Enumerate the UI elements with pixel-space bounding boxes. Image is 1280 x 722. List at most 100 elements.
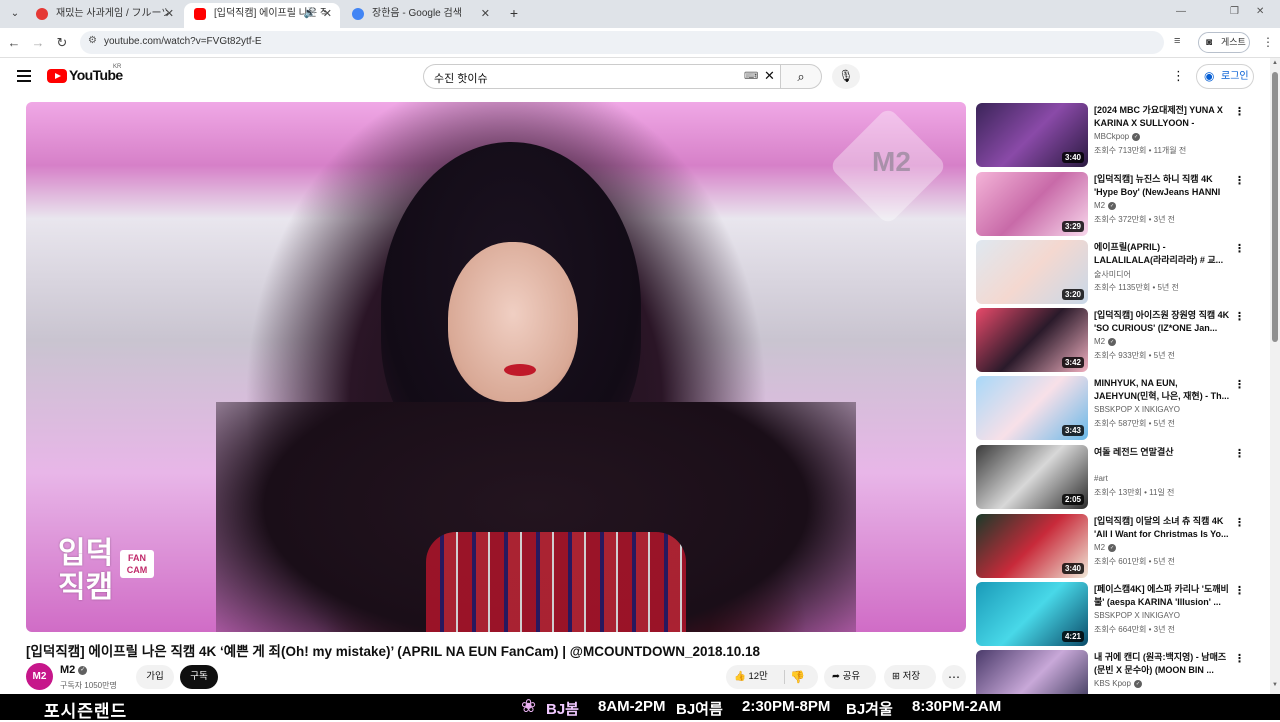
rec-channel-text[interactable]: MBCkpop — [1094, 132, 1129, 141]
rec-channel[interactable]: 술사미디어 — [1094, 269, 1131, 280]
kebab-menu-icon[interactable]: ⋮ — [1234, 105, 1245, 118]
site-info-icon[interactable]: ⚙ — [88, 35, 97, 46]
rec-title[interactable]: MINHYUK, NA EUN, JAEHYUN(민혁, 나은, 재현) - T… — [1094, 377, 1230, 403]
scroll-up-icon[interactable]: ▲ — [1272, 60, 1278, 66]
kebab-menu-icon[interactable]: ⋮ — [1234, 378, 1245, 391]
rec-channel[interactable]: SBSKPOP X INKIGAYO — [1094, 405, 1180, 414]
search-input[interactable]: 수진 핫이슈 ⌨ ✕ — [423, 64, 780, 89]
mic-icon[interactable]: 🎙 — [832, 64, 860, 89]
dislike-icon[interactable]: 👎 — [790, 665, 805, 689]
video-thumbnail[interactable]: 3:40 — [976, 514, 1088, 578]
kebab-menu-icon[interactable]: ⋮ — [1234, 174, 1245, 187]
list-item[interactable]: 3:40 [2024 MBC 가요대제전] YUNA X KARINA X SU… — [976, 103, 1256, 167]
rec-channel-text[interactable]: SBSKPOP X INKIGAYO — [1094, 611, 1180, 620]
video-thumbnail[interactable]: 3:43 — [976, 376, 1088, 440]
rec-channel-text[interactable]: SBSKPOP X INKIGAYO — [1094, 405, 1180, 414]
scroll-thumb[interactable] — [1272, 72, 1278, 342]
video-thumbnail[interactable]: 3:20 — [976, 240, 1088, 304]
kebab-menu-icon[interactable]: ⋮ — [1234, 310, 1245, 323]
kebab-menu-icon[interactable]: ⋮ — [1234, 584, 1245, 597]
page-scrollbar[interactable]: ▲ ▼ — [1270, 58, 1280, 694]
rec-title[interactable]: [입덕직캠] 아이즈원 장원영 직캠 4K 'SO CURIOUS' (IZ*O… — [1094, 309, 1230, 335]
save-button[interactable]: ⊞ 저장 — [884, 665, 936, 689]
close-icon[interactable]: ✕ — [323, 3, 332, 25]
avatar[interactable]: M2 — [26, 663, 53, 690]
rec-channel-text[interactable]: M2 — [1094, 201, 1105, 210]
rec-title[interactable]: 내 귀에 캔디 (원곡:백지영) - 남매즈 (문빈 X 문수아) (MOON … — [1094, 651, 1230, 677]
rec-channel-text[interactable]: KBS Kpop — [1094, 679, 1131, 688]
video-thumbnail[interactable]: 3:40 — [976, 103, 1088, 167]
reader-mode-icon[interactable]: ≡ — [1174, 35, 1180, 47]
rec-channel[interactable]: M2 ✓ — [1094, 201, 1117, 210]
video-thumbnail[interactable]: 3:42 — [976, 308, 1088, 372]
rec-channel[interactable]: MBCkpop ✓ — [1094, 132, 1141, 141]
clear-icon[interactable]: ✕ — [764, 68, 775, 84]
kebab-menu-icon[interactable]: ⋮ — [1262, 35, 1274, 49]
minimize-icon[interactable]: — — [1176, 6, 1186, 17]
list-item[interactable]: 내 귀에 캔디 (원곡:백지영) - 남매즈 (문빈 X 문수아) (MOON … — [976, 650, 1256, 694]
back-icon[interactable]: ← — [6, 35, 22, 51]
close-icon[interactable]: ✕ — [165, 3, 174, 25]
join-button[interactable]: 가입 — [136, 665, 174, 689]
login-button[interactable]: ◉ 로그인 — [1196, 64, 1254, 89]
kebab-menu-icon[interactable]: ⋮ — [1234, 447, 1245, 460]
verified-icon: ✓ — [1108, 201, 1117, 210]
settings-kebab-icon[interactable]: ⋮ — [1172, 68, 1185, 84]
browser-tab-google[interactable]: 장한음 - Google 검색 ✕ — [342, 3, 498, 28]
list-item[interactable]: 2:05 여돌 레전드 연말결산 #art 조회수 13만회 • 11일 전 ⋮ — [976, 445, 1256, 509]
kebab-menu-icon[interactable]: ⋮ — [1234, 652, 1245, 665]
omnibox[interactable]: ⚙ youtube.com/watch?v=FVGt82ytf-E — [80, 31, 1164, 54]
video-thumbnail[interactable] — [976, 650, 1088, 694]
close-icon[interactable]: ✕ — [481, 3, 490, 25]
browser-tab-youtube[interactable]: [입덕직캠] 에이프릴 나은 직캠 🔊 ✕ — [184, 3, 340, 28]
rec-channel-text[interactable]: M2 — [1094, 337, 1105, 346]
rec-channel[interactable]: M2 ✓ — [1094, 337, 1117, 346]
list-item[interactable]: 3:29 [입덕직캠] 뉴진스 하니 직캠 4K 'Hype Boy' (New… — [976, 172, 1256, 236]
guest-profile-button[interactable]: ◙ 게스트 — [1198, 32, 1250, 53]
kebab-menu-icon[interactable]: ⋮ — [1234, 516, 1245, 529]
rec-channel-text[interactable]: M2 — [1094, 543, 1105, 552]
channel-name-text[interactable]: M2 — [60, 664, 75, 676]
forward-icon[interactable]: → — [30, 35, 46, 51]
keyboard-icon[interactable]: ⌨ — [744, 71, 758, 82]
url-text[interactable]: youtube.com/watch?v=FVGt82ytf-E — [104, 36, 262, 47]
list-item[interactable]: 3:42 [입덕직캠] 아이즈원 장원영 직캠 4K 'SO CURIOUS' … — [976, 308, 1256, 372]
rec-title[interactable]: [2024 MBC 가요대제전] YUNA X KARINA X SULLYOO… — [1094, 104, 1230, 130]
hamburger-icon[interactable] — [17, 70, 31, 82]
search-icon[interactable]: ⌕ — [780, 64, 822, 89]
restore-icon[interactable]: ❐ — [1230, 6, 1239, 17]
rec-title[interactable]: [입덕직캠] 이달의 소녀 츄 직캠 4K 'All I Want for Ch… — [1094, 515, 1230, 541]
browser-tab-apple-game[interactable]: 재밌는 사과게임 / フルーツボックス ✕ — [26, 3, 182, 28]
rec-channel[interactable]: SBSKPOP X INKIGAYO — [1094, 611, 1180, 620]
rec-channel[interactable]: #art — [1094, 474, 1108, 483]
tab-search-icon[interactable]: ⌄ — [6, 5, 24, 23]
like-button[interactable]: 👍 12만 — [734, 665, 768, 689]
list-item[interactable]: 3:43 MINHYUK, NA EUN, JAEHYUN(민혁, 나은, 재현… — [976, 376, 1256, 440]
rec-title[interactable]: 여돌 레전드 연말결산 — [1094, 446, 1230, 459]
rec-channel-text[interactable]: 술사미디어 — [1094, 270, 1131, 279]
rec-channel[interactable]: KBS Kpop ✓ — [1094, 679, 1142, 688]
reload-icon[interactable]: ↻ — [54, 35, 70, 51]
new-tab-icon[interactable]: + — [505, 4, 523, 22]
subscribe-button[interactable]: 구독 — [180, 665, 218, 689]
share-button[interactable]: ➦ 공유 — [824, 665, 876, 689]
rec-channel-text[interactable]: #art — [1094, 474, 1108, 483]
video-thumbnail[interactable]: 4:21 — [976, 582, 1088, 646]
audio-icon[interactable]: 🔊 — [304, 3, 316, 25]
rec-title[interactable]: [입덕직캠] 뉴진스 하니 직캠 4K 'Hype Boy' (NewJeans… — [1094, 173, 1230, 199]
channel-name[interactable]: M2 ✓ — [60, 664, 88, 676]
rec-title[interactable]: [페이스캠4K] 에스파 카리나 '도깨비불' (aespa KARINA 'I… — [1094, 583, 1230, 609]
rec-channel[interactable]: M2 ✓ — [1094, 543, 1117, 552]
list-item[interactable]: 4:21 [페이스캠4K] 에스파 카리나 '도깨비불' (aespa KARI… — [976, 582, 1256, 646]
list-item[interactable]: 3:40 [입덕직캠] 이달의 소녀 츄 직캠 4K 'All I Want f… — [976, 514, 1256, 578]
video-player[interactable]: M2 입덕 직캠 FAN CAM — [26, 102, 966, 632]
kebab-menu-icon[interactable]: ⋮ — [1234, 242, 1245, 255]
search-value[interactable]: 수진 핫이슈 — [434, 70, 488, 86]
rec-title[interactable]: 에이프릴(APRIL) - LALALILALA(라라리라라) # 교... — [1094, 241, 1230, 267]
video-thumbnail[interactable]: 2:05 — [976, 445, 1088, 509]
video-thumbnail[interactable]: 3:29 — [976, 172, 1088, 236]
close-window-icon[interactable]: ✕ — [1256, 6, 1264, 17]
more-icon[interactable]: ⋯ — [942, 665, 966, 689]
scroll-down-icon[interactable]: ▼ — [1272, 682, 1278, 688]
list-item[interactable]: 3:20 에이프릴(APRIL) - LALALILALA(라라리라라) # 교… — [976, 240, 1256, 304]
